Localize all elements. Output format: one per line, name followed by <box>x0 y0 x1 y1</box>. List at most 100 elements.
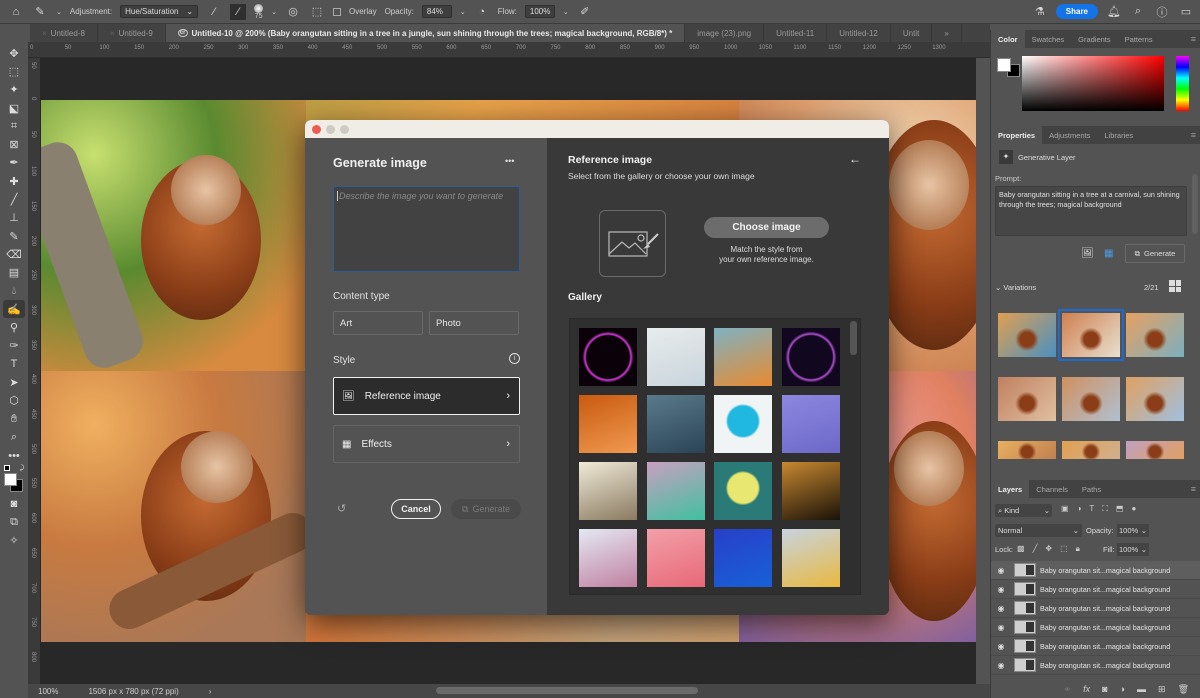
prompt-input[interactable]: Describe the image you want to generate <box>333 186 520 272</box>
effects-icon[interactable]: ▦ <box>1104 248 1113 259</box>
smart-object-filter-icon[interactable]: ⬒ <box>1116 504 1124 514</box>
properties-scrollbar[interactable] <box>1192 174 1198 234</box>
move-tool-icon[interactable]: ✥ <box>3 44 25 62</box>
marquee-tool-icon[interactable]: ⬚ <box>3 62 25 80</box>
info-icon[interactable]: i <box>509 353 520 364</box>
home-icon[interactable]: ⌂ <box>8 4 24 20</box>
layer-row[interactable]: ◉ Baby orangutan sit...magical background <box>991 561 1200 580</box>
layer-row[interactable]: ◉ Baby orangutan sit...magical background <box>991 618 1200 637</box>
generative-icon[interactable]: ✧ <box>3 531 25 549</box>
variation-thumbnail[interactable] <box>998 441 1056 459</box>
close-window-button[interactable] <box>312 124 321 134</box>
doc-tab[interactable]: image (23).png <box>685 24 765 42</box>
layer-opacity-input[interactable]: 100% ⌄ <box>1117 524 1149 537</box>
doc-tab[interactable]: × Untitled-8 <box>30 24 98 42</box>
gallery-item-iceberg-arch[interactable] <box>646 395 705 453</box>
delete-layer-icon[interactable]: 🗑︎ <box>1178 684 1189 695</box>
gallery-item-neon-pink-ring[interactable] <box>579 328 637 386</box>
gallery-item-cassette-pattern[interactable] <box>579 529 637 587</box>
opacity-input[interactable]: 84% <box>421 5 452 18</box>
horizontal-scrollbar[interactable] <box>436 687 698 694</box>
gallery-scrollbar[interactable] <box>850 321 857 355</box>
type-filter-icon[interactable]: T <box>1089 504 1094 514</box>
quick-mask-icon[interactable]: ◙ <box>3 495 25 513</box>
tab-color[interactable]: Color <box>991 30 1025 48</box>
generate-button[interactable]: ⧉ Generate <box>451 499 521 519</box>
selection-tool-icon[interactable]: ⬕ <box>3 99 25 117</box>
overlay-checkbox[interactable] <box>333 7 341 16</box>
tab-channels[interactable]: Channels <box>1029 480 1075 498</box>
labs-flask-icon[interactable]: ⚗ <box>1032 4 1048 20</box>
adjustment-select[interactable]: Hue/Saturation ⌄ <box>120 5 199 18</box>
grid-view-icon[interactable] <box>1169 280 1181 292</box>
chevron-down-icon[interactable]: ⌄ <box>460 8 466 16</box>
variation-thumbnail[interactable] <box>998 377 1056 421</box>
gallery-item-desert-dunes[interactable] <box>714 328 772 386</box>
gallery-item-neon-ring-reflection[interactable] <box>781 328 840 386</box>
close-icon[interactable]: × <box>110 29 115 38</box>
tab-layers[interactable]: Layers <box>991 480 1030 498</box>
dodge-tool-icon[interactable]: ⚲ <box>3 318 25 336</box>
filter-toggle-icon[interactable]: ● <box>1131 504 1136 514</box>
stamp-tool-icon[interactable]: ⊥ <box>3 209 25 227</box>
share-button[interactable]: Share <box>1055 4 1098 19</box>
effects-button[interactable]: ▦ Effects › <box>333 425 520 463</box>
lock-artboard-icon[interactable]: ⬚ <box>1060 544 1068 554</box>
layer-row[interactable]: ◉ Baby orangutan sit...magical background <box>991 599 1200 618</box>
new-group-icon[interactable]: ▬ <box>1137 684 1146 694</box>
default-colors-icon[interactable] <box>4 464 10 471</box>
panel-menu-icon[interactable]: ≡ <box>1191 30 1196 48</box>
frame-tool-icon[interactable]: ⊠ <box>3 135 25 153</box>
color-field[interactable] <box>1022 56 1164 111</box>
path-selection-tool-icon[interactable]: ➤ <box>3 373 25 391</box>
tab-swatches[interactable]: Swatches <box>1025 30 1072 48</box>
doc-tab-active[interactable]: cr Untitled-10 @ 200% (Baby orangutan sit… <box>165 24 686 42</box>
screen-mode-icon[interactable]: ⧉ <box>3 513 25 531</box>
gallery-item-glass-cube[interactable] <box>646 462 705 520</box>
variation-thumbnail[interactable] <box>1062 377 1120 421</box>
foreground-color-swatch[interactable] <box>997 58 1011 72</box>
fill-input[interactable]: 100% ⌄ <box>1117 543 1149 556</box>
lock-pixels-icon[interactable]: ╱ <box>1033 544 1038 554</box>
doc-tab[interactable]: × Untitled-9 <box>98 24 166 42</box>
layer-filter-kind-select[interactable]: ⌕ Kind ⌄ <box>995 504 1052 517</box>
adjustment-brush-icon[interactable]: ✎ <box>32 4 48 20</box>
tab-gradients[interactable]: Gradients <box>1071 30 1118 48</box>
hand-tool-icon[interactable]: ✋︎ <box>3 410 25 428</box>
visibility-eye-icon[interactable]: ◉ <box>991 623 1011 632</box>
status-menu-arrow[interactable]: › <box>209 687 212 696</box>
new-adjustment-layer-icon[interactable]: ◑ <box>1120 684 1125 694</box>
pixel-filter-icon[interactable]: ▣ <box>1061 504 1069 514</box>
gallery-item-sunset-lake[interactable] <box>781 462 840 520</box>
more-options-icon[interactable]: ••• <box>505 156 514 166</box>
add-mask-icon[interactable]: ◙ <box>1102 684 1107 694</box>
adjustment-filter-icon[interactable]: ◑ <box>1077 504 1082 514</box>
variation-thumbnail[interactable] <box>998 313 1056 357</box>
adjustment-brush-tool-icon[interactable]: ✍ <box>3 300 25 319</box>
chevron-down-icon[interactable]: ⌄ <box>271 8 277 16</box>
search-icon[interactable]: ⌕ <box>1130 4 1146 20</box>
healing-brush-tool-icon[interactable]: ✚ <box>3 172 25 190</box>
layer-row[interactable]: ◉ Baby orangutan sit...magical background <box>991 637 1200 656</box>
tab-libraries[interactable]: Libraries <box>1097 126 1140 144</box>
eyedropper-tool-icon[interactable]: ✒ <box>3 154 25 172</box>
gallery-item-building-sketch[interactable] <box>579 462 637 520</box>
lock-transparent-icon[interactable]: ▩ <box>1017 544 1025 554</box>
panel-menu-icon[interactable]: ≡ <box>1191 480 1196 498</box>
visibility-eye-icon[interactable]: ◉ <box>991 566 1011 575</box>
gallery-item-windmill-field[interactable] <box>781 529 840 587</box>
fx-icon[interactable]: fx <box>1083 684 1090 694</box>
brush-tool-icon[interactable]: ╱ <box>3 190 25 208</box>
tab-adjustments[interactable]: Adjustments <box>1042 126 1097 144</box>
hue-slider[interactable] <box>1176 56 1189 111</box>
lock-position-icon[interactable]: ✥ <box>1045 544 1052 554</box>
choose-image-button[interactable]: Choose image <box>704 217 829 238</box>
gradient-tool-icon[interactable]: ▤ <box>3 264 25 282</box>
reset-icon[interactable]: ↺ <box>337 502 346 515</box>
swap-colors-icon[interactable]: ⤸ <box>20 465 24 473</box>
gallery-item-business-illustration[interactable] <box>781 395 840 453</box>
brush-preset-picker[interactable]: 75 <box>254 3 264 20</box>
sample-all-layers-icon[interactable]: ⬚ <box>309 4 325 20</box>
panel-menu-icon[interactable]: ≡ <box>1191 126 1196 144</box>
variation-thumbnail[interactable] <box>1062 441 1120 459</box>
